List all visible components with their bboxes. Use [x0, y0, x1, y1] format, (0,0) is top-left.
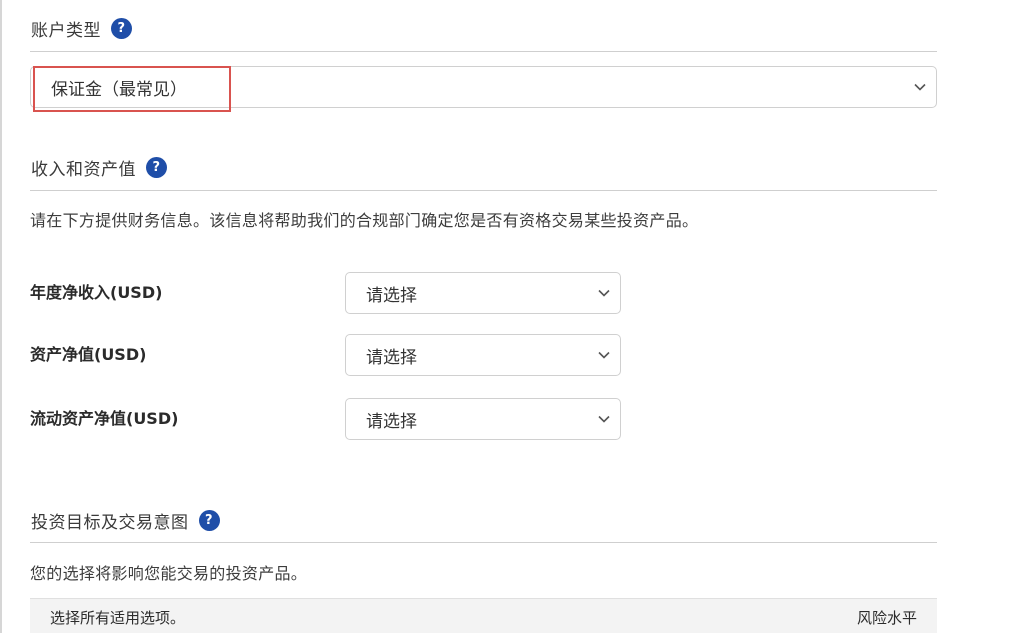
income-assets-divider — [30, 190, 937, 191]
income-assets-description: 请在下方提供财务信息。该信息将帮助我们的合规部门确定您是否有资格交易某些投资产品… — [30, 211, 699, 230]
objectives-table-header: 选择所有适用选项。 风险水平 — [30, 598, 937, 633]
account-type-select-value: 保证金（最常见） — [51, 79, 187, 100]
income-assets-heading: 收入和资产值 ? — [31, 155, 167, 180]
liquid-net-worth-value: 请选择 — [366, 411, 417, 432]
question-circle-icon[interactable]: ? — [111, 18, 132, 39]
investment-goals-description: 您的选择将影响您能交易的投资产品。 — [30, 564, 308, 583]
chevron-down-icon — [598, 351, 610, 359]
account-type-heading-text: 账户类型 — [31, 21, 101, 41]
income-assets-heading-text: 收入和资产值 — [31, 160, 136, 180]
liquid-net-worth-label: 流动资产净值(USD) — [30, 409, 179, 428]
left-border — [0, 0, 2, 633]
account-type-heading: 账户类型 ? — [31, 16, 132, 41]
annual-net-income-select[interactable]: 请选择 — [345, 272, 621, 314]
account-form-page: 账户类型 ? 保证金（最常见） 收入和资产值 ? 请在下方提供财务信息。该信息将… — [0, 0, 1024, 633]
chevron-down-icon — [914, 83, 926, 91]
net-worth-select[interactable]: 请选择 — [345, 334, 621, 376]
chevron-down-icon — [598, 289, 610, 297]
investment-goals-divider — [30, 542, 937, 543]
liquid-net-worth-select[interactable]: 请选择 — [345, 398, 621, 440]
annual-net-income-value: 请选择 — [366, 285, 417, 306]
annual-net-income-label: 年度净收入(USD) — [30, 283, 163, 302]
account-type-divider — [30, 51, 937, 52]
account-type-select[interactable]: 保证金（最常见） — [30, 66, 937, 108]
question-circle-icon[interactable]: ? — [198, 510, 220, 531]
investment-goals-heading: 投资目标及交易意图 ? — [31, 508, 220, 533]
risk-level-header: 风险水平 — [856, 609, 917, 627]
investment-goals-heading-text: 投资目标及交易意图 — [31, 513, 189, 533]
chevron-down-icon — [598, 415, 610, 423]
select-all-applicable-header: 选择所有适用选项。 — [50, 609, 186, 627]
question-circle-icon[interactable]: ? — [146, 157, 167, 178]
net-worth-value: 请选择 — [366, 347, 417, 368]
net-worth-label: 资产净值(USD) — [30, 345, 147, 364]
